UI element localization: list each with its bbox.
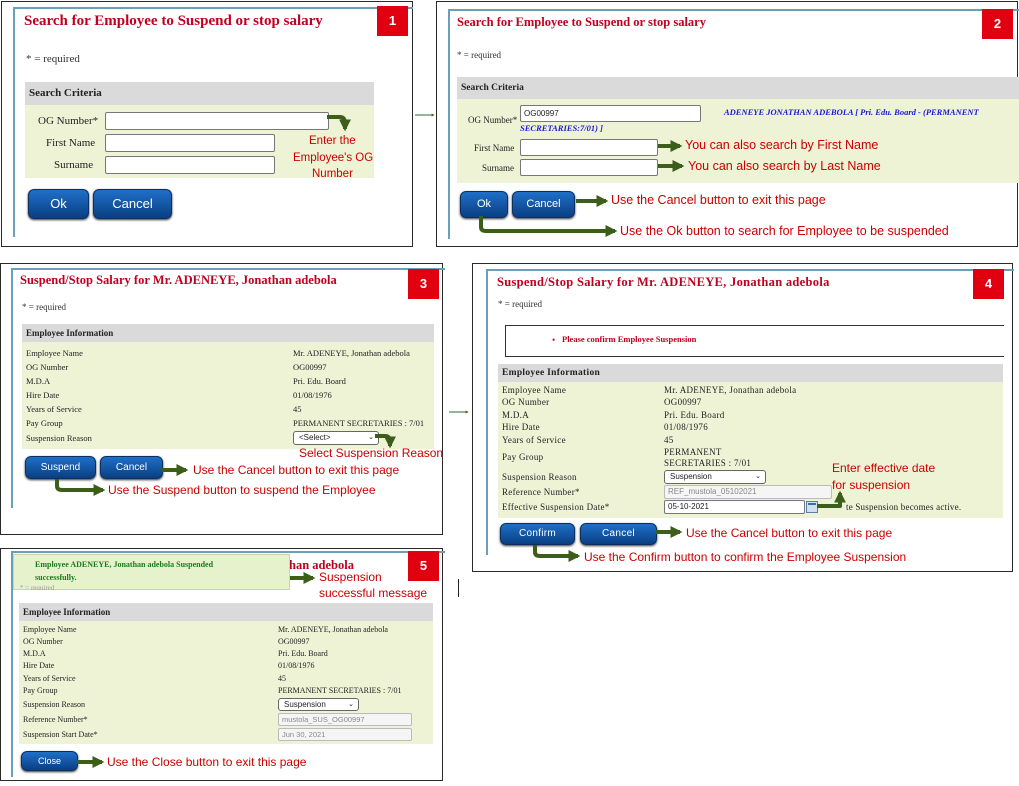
step2-ok-arrow: [479, 216, 618, 237]
step1-og-arrow: [327, 115, 351, 132]
step3-suspend-arrow: [55, 479, 106, 496]
step4-confirm-arrow: [533, 545, 581, 562]
step4-date-arrow: [817, 490, 846, 508]
step3-reason-arrow: [375, 434, 396, 449]
annotation-arrows: [55, 113, 846, 768]
